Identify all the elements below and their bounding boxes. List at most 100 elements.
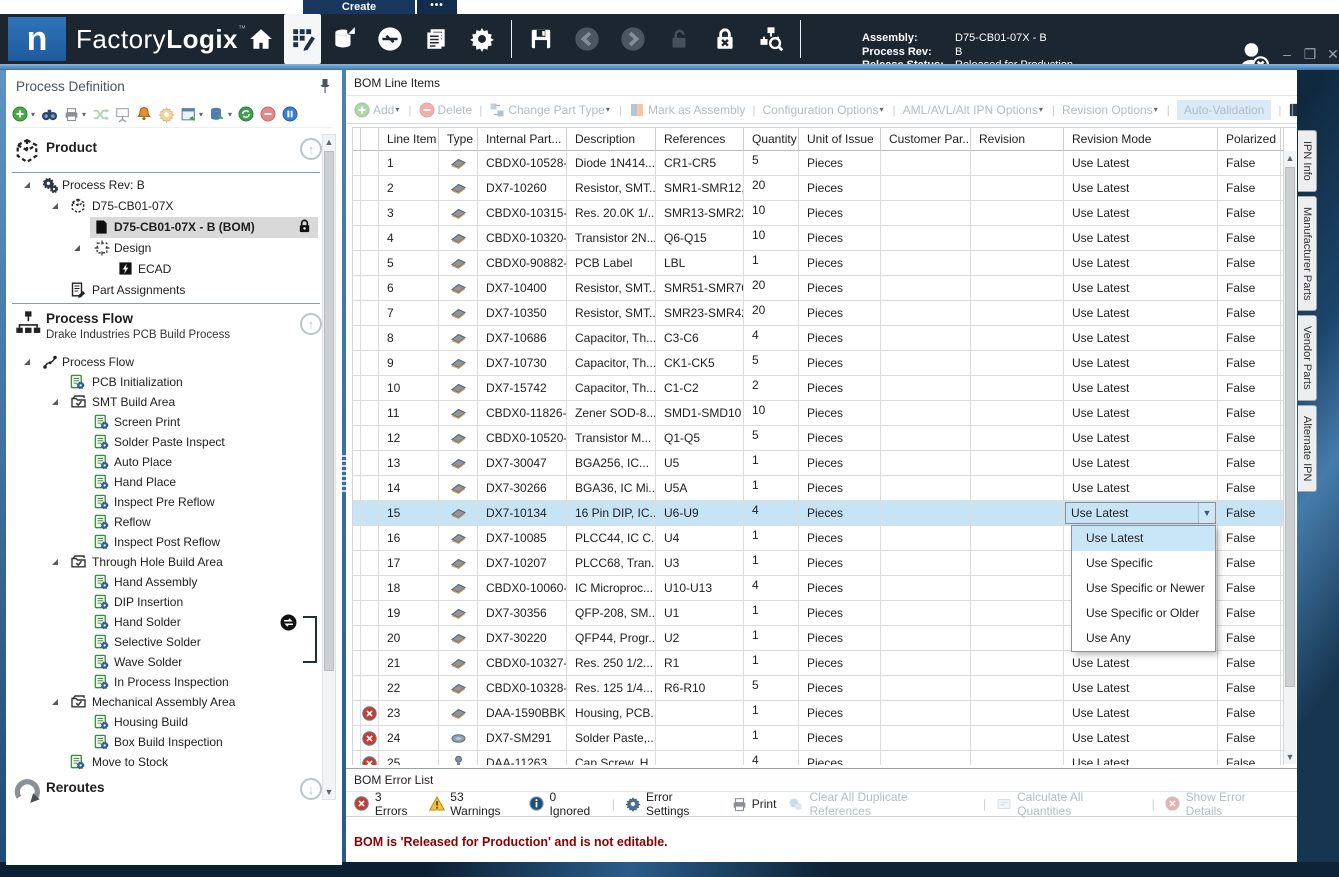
table-row[interactable]: 25DAA-11263Cap Screw, H...4PiecesUse Lat… (353, 751, 1296, 765)
tree-item-hand-place[interactable]: Hand Place (6, 472, 326, 492)
report-button[interactable] (413, 14, 459, 64)
tree-item-move-to-stock[interactable]: Move to Stock (6, 752, 326, 772)
dropdown-option-use-any[interactable]: Use Any (1072, 626, 1215, 651)
tree-item-d75-cb01-07x-b-bom[interactable]: D75-CB01-07X - B (BOM) (6, 217, 326, 238)
table-row[interactable]: 10DX7-15742Capacitor, Th...C1-C22PiecesU… (353, 376, 1296, 401)
collapse-up-icon[interactable]: ↑ (300, 313, 322, 335)
scrollbar-thumb[interactable] (324, 151, 334, 671)
close-button[interactable]: ✕ (1326, 46, 1339, 63)
table-row[interactable]: 4CBDX0-10320-0Transistor 2N...Q6-Q1510Pi… (353, 226, 1296, 251)
table-row[interactable]: 12CBDX0-10520-0Transistor M...Q1-Q55Piec… (353, 426, 1296, 451)
sidebar-scrollbar[interactable]: ▲ ▼ (322, 134, 336, 800)
import-data-button[interactable] (321, 14, 367, 64)
scroll-up-icon[interactable]: ▲ (1284, 153, 1296, 163)
table-row[interactable]: 9DX7-10730Capacitor, Th...CK1-CK55Pieces… (353, 351, 1296, 376)
maximize-button[interactable]: ❐ (1303, 46, 1317, 63)
scrollbar-thumb[interactable] (1285, 167, 1295, 687)
tree-item-process-rev-b[interactable]: Process Rev: B (6, 175, 326, 196)
chevron-down-icon[interactable]: ▾ (199, 110, 203, 119)
table-row[interactable]: 7DX7-10350Resistor, SMT...SMR23-SMR4220P… (353, 301, 1296, 326)
tree-item-inspect-post-reflow[interactable]: Inspect Post Reflow (6, 532, 326, 552)
dropdown-option-use-specific-or-older[interactable]: Use Specific or Older (1072, 601, 1215, 626)
combobox-chevron-down-icon[interactable]: ▼ (1198, 503, 1215, 523)
minimize-button[interactable]: – (1280, 46, 1294, 63)
column-header-customer-par[interactable]: Customer Par... (881, 128, 971, 151)
table-row[interactable]: 2DX7-10260Resistor, SMT...SMR1-SMR12, S2… (353, 176, 1296, 201)
tree-item-dip-insertion[interactable]: DIP Insertion (6, 592, 326, 612)
tree-expander-icon[interactable] (52, 559, 58, 565)
scroll-up-icon[interactable]: ▲ (323, 137, 335, 147)
tree-item-screen-print[interactable]: Screen Print (6, 412, 326, 432)
export-button[interactable]: Export (1288, 102, 1297, 117)
table-row[interactable]: 8DX7-10686Capacitor, Th...C3-C64PiecesUs… (353, 326, 1296, 351)
tree-expander-icon[interactable] (74, 245, 80, 251)
tree-expander-icon[interactable] (52, 399, 58, 405)
tree-item-part-assignments[interactable]: Part Assignments (6, 280, 326, 301)
lock-x-button[interactable] (702, 14, 748, 64)
tree-item-d75-cb01-07x[interactable]: D75-CB01-07X (6, 196, 326, 217)
bell-button[interactable] (136, 106, 154, 124)
tree-item-housing-build[interactable]: Housing Build (6, 712, 326, 732)
sync-button[interactable] (367, 14, 413, 64)
binoculars-button[interactable] (41, 106, 59, 124)
tree-item-process-flow[interactable]: Process Flow (6, 352, 326, 372)
column-header-revision-mode[interactable]: Revision Mode (1064, 128, 1218, 151)
tree-item-smt-build-area[interactable]: SMT Build Area (6, 392, 326, 412)
tree-expander-icon[interactable] (52, 699, 58, 705)
tree-item-mechanical-assembly-area[interactable]: Mechanical Assembly Area (6, 692, 326, 712)
pause-button[interactable] (282, 106, 300, 124)
table-row[interactable]: 23DAA-1590BBKHousing, PCB...1PiecesUse L… (353, 701, 1296, 726)
window-export-button[interactable]: ▾ (180, 106, 205, 124)
save-button[interactable] (518, 14, 564, 64)
column-header-revision[interactable]: Revision (971, 128, 1064, 151)
53-warnings-button[interactable]: 53 Warnings (429, 790, 516, 818)
add-button[interactable]: ▾ (12, 106, 37, 124)
revision-mode-combobox[interactable]: Use Latest▼ (1065, 502, 1216, 524)
pin-icon[interactable] (318, 78, 332, 94)
dropdown-option-use-latest[interactable]: Use Latest (1072, 526, 1215, 551)
table-row[interactable]: 5CBDX0-90882-0PCB LabelLBL1PiecesUse Lat… (353, 251, 1296, 276)
whiteboard-button[interactable] (114, 106, 132, 124)
table-row[interactable]: 13DX7-30047BGA256, IC...U51PiecesUse Lat… (353, 451, 1296, 476)
column-header-internal-part[interactable]: Internal Part... (478, 128, 567, 151)
column-header-references[interactable]: References (656, 128, 744, 151)
tree-item-auto-place[interactable]: Auto Place (6, 452, 326, 472)
print-button[interactable]: ▾ (63, 106, 88, 124)
table-row[interactable]: 22CBDX0-10328-0Res. 125 1/4...R6-R105Pie… (353, 676, 1296, 701)
side-tab-alternate-ipn[interactable]: Alternate IPN (1298, 405, 1317, 492)
grid-edit-button[interactable] (284, 14, 321, 64)
refresh-button[interactable] (238, 106, 256, 124)
dropdown-option-use-specific[interactable]: Use Specific (1072, 551, 1215, 576)
chevron-down-icon[interactable]: ▾ (82, 110, 86, 119)
tree-item-in-process-inspection[interactable]: In Process Inspection (6, 672, 326, 692)
column-header-unit-of-issue[interactable]: Unit of Issue (799, 128, 881, 151)
table-row[interactable]: 24DX7-SM291Solder Paste,...1PiecesUse La… (353, 726, 1296, 751)
chevron-down-icon[interactable]: ▾ (31, 110, 35, 119)
gear-button[interactable] (459, 14, 505, 64)
table-row[interactable]: 1CBDX0-10528-0Diode 1N414...CR1-CR55Piec… (353, 151, 1296, 176)
tree-item-pcb-initialization[interactable]: PCB Initialization (6, 372, 326, 392)
scroll-down-icon[interactable]: ▼ (1284, 752, 1296, 762)
side-tab-vendor-parts[interactable]: Vendor Parts (1298, 315, 1317, 401)
gear-pale-button[interactable] (158, 106, 176, 124)
process-lookup-button[interactable] (748, 14, 794, 64)
tree-item-wave-solder[interactable]: Wave Solder (6, 652, 326, 672)
column-header-quantity[interactable]: Quantity (744, 128, 799, 151)
table-row[interactable]: 21CBDX0-10327-0Res. 250 1/2...R11PiecesU… (353, 651, 1296, 676)
tree-expander-icon[interactable] (24, 182, 30, 188)
tree-item-design[interactable]: Design (6, 238, 326, 259)
tree-item-box-build-inspection[interactable]: Box Build Inspection (6, 732, 326, 752)
column-header-description[interactable]: Description (567, 128, 656, 151)
dropdown-option-use-specific-or-newer[interactable]: Use Specific or Newer (1072, 576, 1215, 601)
chevron-down-icon[interactable]: ▾ (228, 110, 232, 119)
table-row[interactable]: 3CBDX0-10315-0Res. 20.0K 1/...SMR13-SMR2… (353, 201, 1296, 226)
3-errors-button[interactable]: 3 Errors (354, 790, 417, 818)
expand-down-icon[interactable]: ↓ (300, 778, 322, 800)
side-tab-manufacturer-parts[interactable]: Manufacturer Parts (1298, 196, 1317, 312)
table-row[interactable]: 14DX7-30266BGA36, IC Mi...U5A1PiecesUse … (353, 476, 1296, 501)
tree-item-hand-solder[interactable]: Hand Solder (6, 612, 326, 632)
column-header-polarized[interactable]: Polarized (1218, 128, 1281, 151)
tree-expander-icon[interactable] (52, 203, 58, 209)
error-settings-button[interactable]: Error Settings (625, 790, 719, 818)
table-row[interactable]: 11CBDX0-11826-0Zener SOD-8...SMD1-SMD101… (353, 401, 1296, 426)
